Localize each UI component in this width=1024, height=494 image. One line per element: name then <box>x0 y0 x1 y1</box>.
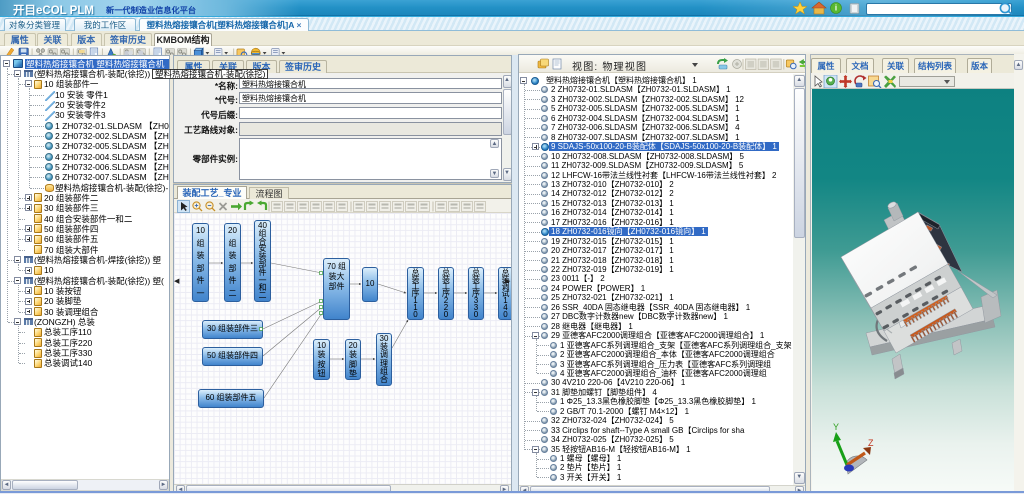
svg-text:Z: Z <box>868 438 874 448</box>
svg-text:i: i <box>835 4 837 13</box>
svg-text:Y: Y <box>833 422 839 432</box>
